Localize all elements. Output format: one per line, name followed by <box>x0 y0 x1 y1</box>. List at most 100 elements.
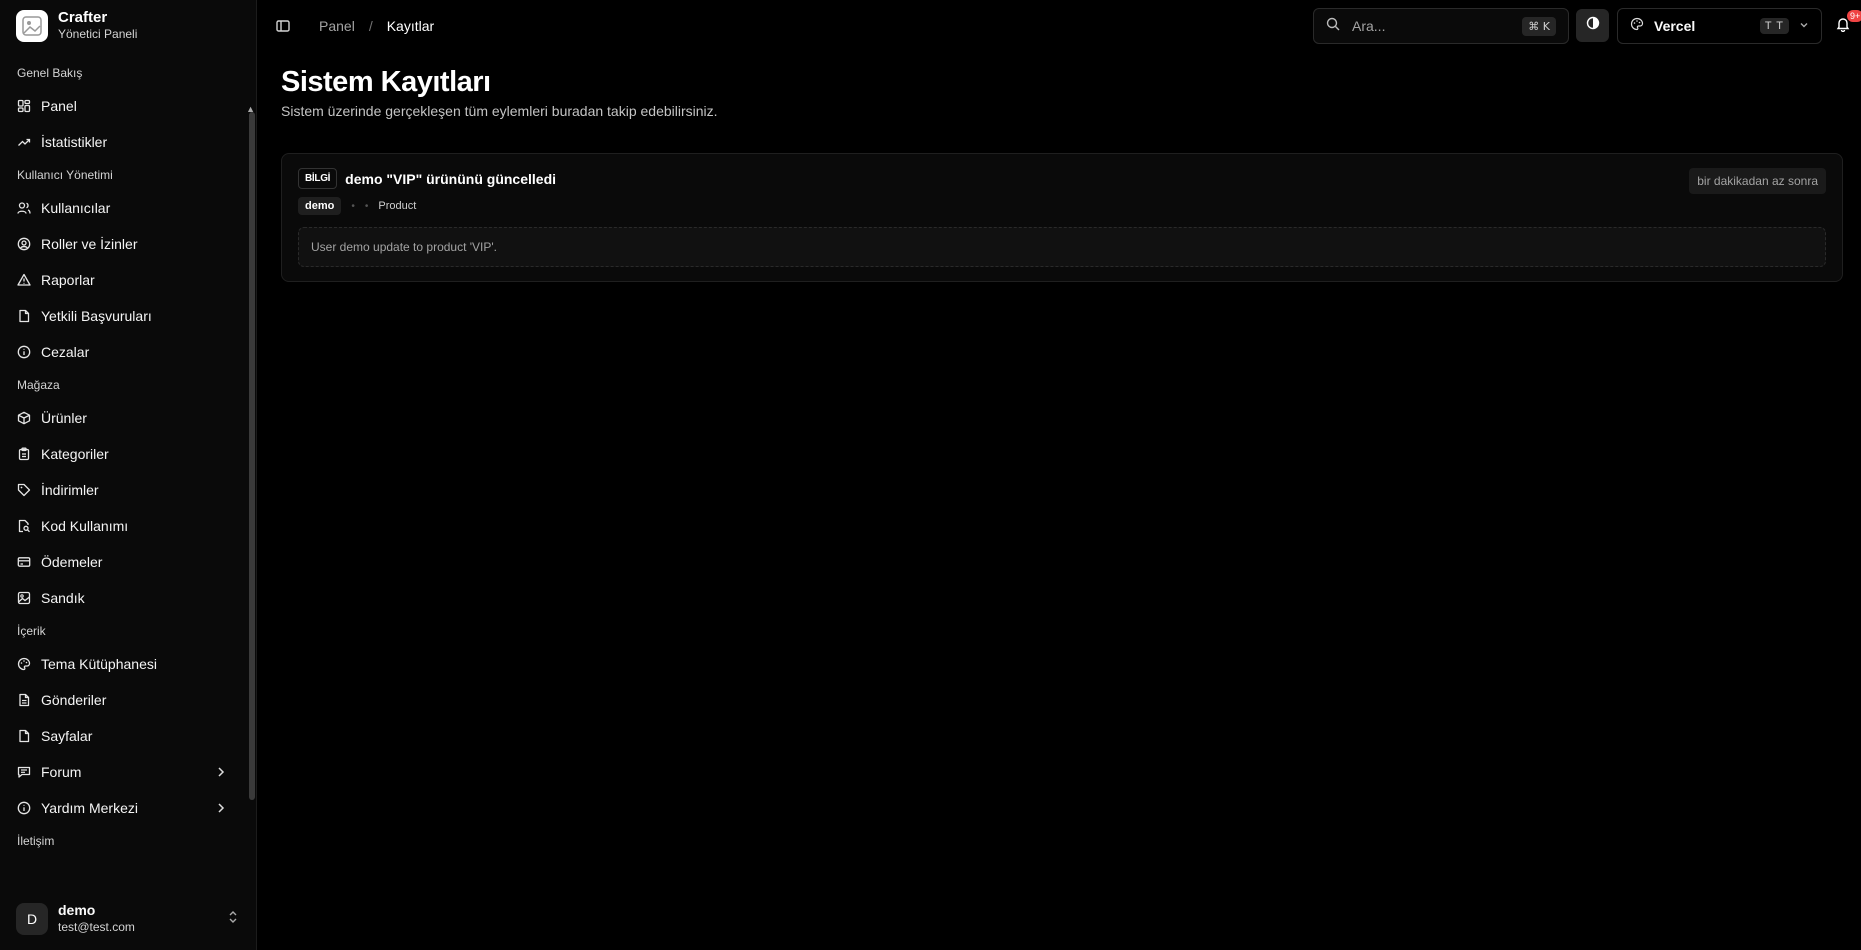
document-icon <box>17 693 31 707</box>
team-switcher[interactable]: Vercel T T <box>1617 8 1822 44</box>
file-icon <box>17 729 31 743</box>
dashboard-icon <box>17 99 31 113</box>
contrast-icon <box>1586 16 1600 35</box>
sidebar-item-forum[interactable]: Forum <box>8 754 248 790</box>
chevrons-up-down-icon <box>228 910 238 929</box>
chevron-right-icon <box>216 801 226 817</box>
sidebar-item-label: Ürünler <box>41 410 87 426</box>
image-icon <box>17 591 31 605</box>
sidebar-item-label: Raporlar <box>41 272 95 288</box>
file-search-icon <box>17 519 31 533</box>
sidebar-item-label: Ödemeler <box>41 554 103 570</box>
users-icon <box>17 201 31 215</box>
sidebar-item-label: İndirimler <box>41 482 99 498</box>
breadcrumb: Panel / Kayıtlar <box>319 18 434 34</box>
credit-card-icon <box>17 555 31 569</box>
breadcrumb-current: Kayıtlar <box>386 18 435 34</box>
tag-icon <box>17 483 31 497</box>
file-icon <box>17 309 31 323</box>
sidebar-scrollbar[interactable] <box>249 112 255 800</box>
topbar: Panel / Kayıtlar Ara... ⌘ K Vercel T T 9… <box>257 0 1861 52</box>
brand-title: Crafter <box>58 9 108 26</box>
sidebar-group-label: Mağaza <box>17 378 60 392</box>
sidebar-toggle-icon[interactable] <box>275 18 291 34</box>
separator-dot: • <box>351 200 355 212</box>
sidebar-item-label: Panel <box>41 98 77 114</box>
user-email: test@test.com <box>58 920 135 934</box>
log-entry: BİLGİ demo "VIP" ürününü güncelledi bir … <box>281 153 1843 282</box>
search-placeholder: Ara... <box>1352 18 1386 34</box>
sidebar-item-sandık[interactable]: Sandık <box>8 580 248 616</box>
sidebar-item-label: Kullanıcılar <box>41 200 111 216</box>
user-circle-icon <box>17 237 31 251</box>
clipboard-icon <box>17 447 31 461</box>
chevron-right-icon <box>216 765 226 781</box>
sidebar-item-roller-ve-i̇zinler[interactable]: Roller ve İzinler <box>8 226 248 262</box>
separator-dot: • <box>364 200 369 212</box>
sidebar-item-ödemeler[interactable]: Ödemeler <box>8 544 248 580</box>
brand-logo <box>16 10 48 42</box>
sidebar-item-sayfalar[interactable]: Sayfalar <box>8 718 248 754</box>
sidebar-item-label: Forum <box>41 764 82 780</box>
sidebar-item-label: Roller ve İzinler <box>41 236 138 252</box>
log-entity: Product <box>378 200 417 212</box>
main-area: Panel / Kayıtlar Ara... ⌘ K Vercel T T 9… <box>257 0 1861 950</box>
chevron-down-icon <box>1799 17 1809 35</box>
log-time: bir dakikadan az sonra <box>1689 168 1826 194</box>
sidebar-item-yetkili-başvuruları[interactable]: Yetkili Başvuruları <box>8 298 248 334</box>
breadcrumb-separator: / <box>368 18 373 34</box>
log-user-chip: demo <box>298 197 342 215</box>
sidebar-item-yardım-merkezi[interactable]: Yardım Merkezi <box>8 790 248 826</box>
sidebar-group-label: İçerik <box>17 624 46 638</box>
sidebar-item-i̇ndirimler[interactable]: İndirimler <box>8 472 248 508</box>
notification-badge: 9+ <box>1847 10 1861 22</box>
sidebar-item-ürünler[interactable]: Ürünler <box>8 400 248 436</box>
message-square-icon <box>17 765 31 779</box>
log-title: demo "VIP" ürününü güncelledi <box>345 170 557 187</box>
sidebar-group-label: Genel Bakış <box>17 66 83 80</box>
search-input[interactable]: Ara... ⌘ K <box>1313 8 1569 44</box>
sidebar-item-kullanıcılar[interactable]: Kullanıcılar <box>8 190 248 226</box>
sidebar-item-tema-kütüphanesi[interactable]: Tema Kütüphanesi <box>8 646 248 682</box>
info-circle-icon <box>17 801 31 815</box>
sidebar-item-label: Gönderiler <box>41 692 107 708</box>
log-message: User demo update to product 'VIP'. <box>298 227 1826 267</box>
search-icon <box>1326 17 1340 36</box>
sidebar-group-label: Kullanıcı Yönetimi <box>17 168 113 182</box>
team-badge: T T <box>1759 18 1789 34</box>
sidebar-item-cezalar[interactable]: Cezalar <box>8 334 248 370</box>
log-level-badge: BİLGİ <box>298 168 338 189</box>
avatar: D <box>16 903 48 935</box>
trending-up-icon <box>17 135 31 149</box>
page-subtitle: Sistem üzerinde gerçekleşen tüm eylemler… <box>281 103 718 119</box>
user-name: demo <box>58 902 96 918</box>
app-shell: Crafter Yönetici Paneli Genel Bakış Panel… <box>0 0 1861 950</box>
sidebar-item-label: Kategoriler <box>41 446 109 462</box>
sidebar-item-raporlar[interactable]: Raporlar <box>8 262 248 298</box>
sidebar-item-i̇statistikler[interactable]: İstatistikler <box>8 124 248 160</box>
info-circle-icon <box>17 345 31 359</box>
brand-subtitle: Yönetici Paneli <box>58 27 138 41</box>
sidebar-item-label: İstatistikler <box>41 134 108 150</box>
sidebar-item-label: Sandık <box>41 590 85 606</box>
page-content: Sistem Kayıtları Sistem üzerinde gerçekl… <box>257 52 1861 282</box>
sidebar-item-panel[interactable]: Panel <box>8 88 248 124</box>
team-name: Vercel <box>1654 18 1696 34</box>
search-shortcut: ⌘ K <box>1522 16 1556 36</box>
box-icon <box>17 411 31 425</box>
breadcrumb-link-panel[interactable]: Panel <box>319 18 355 34</box>
page-title: Sistem Kayıtları <box>281 66 491 98</box>
sidebar-item-label: Tema Kütüphanesi <box>41 656 157 672</box>
sidebar-item-gönderiler[interactable]: Gönderiler <box>8 682 248 718</box>
brand-header[interactable]: Crafter Yönetici Paneli <box>0 0 256 52</box>
sidebar-item-kod-kullanımı[interactable]: Kod Kullanımı <box>8 508 248 544</box>
sidebar: Crafter Yönetici Paneli Genel Bakış Panel… <box>0 0 257 950</box>
sidebar-item-label: Cezalar <box>41 344 90 360</box>
sidebar-item-label: Kod Kullanımı <box>41 518 129 534</box>
sidebar-nav: Genel Bakış Panel İstatistikler Kullanıcı Y… <box>0 52 256 888</box>
user-menu[interactable]: D demo test@test.com <box>0 888 256 950</box>
sidebar-item-label: Yardım Merkezi <box>41 800 138 816</box>
sidebar-item-kategoriler[interactable]: Kategoriler <box>8 436 248 472</box>
sidebar-group-label: İletişim <box>17 834 55 848</box>
theme-toggle-button[interactable] <box>1576 9 1609 42</box>
